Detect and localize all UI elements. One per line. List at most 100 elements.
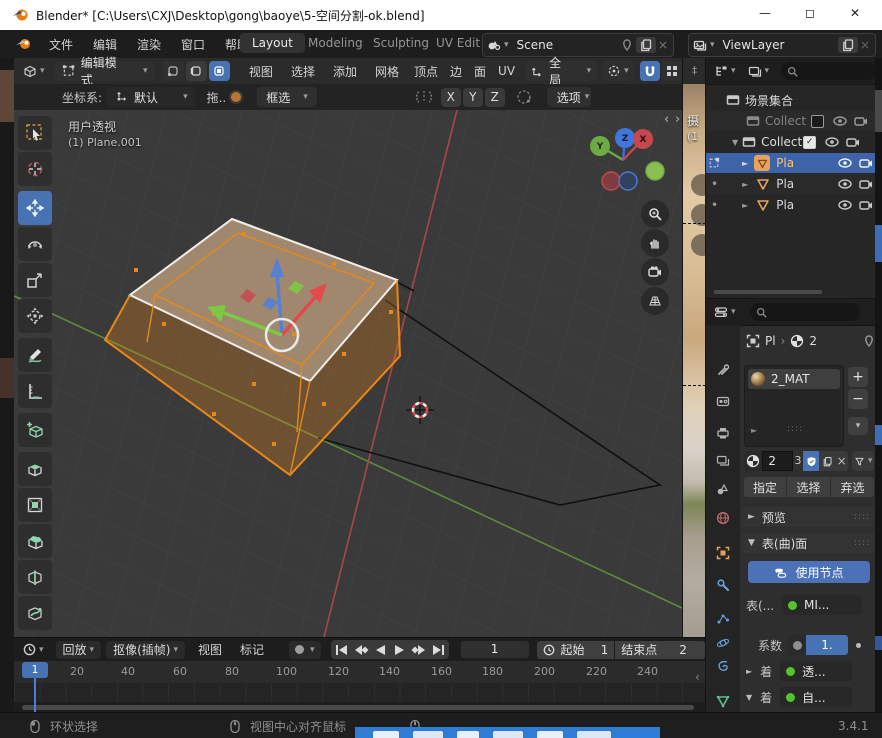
menu-file[interactable]: 文件 [40, 36, 82, 53]
region-expand-icon[interactable]: ‹ [695, 670, 700, 684]
edge-select-button[interactable] [186, 61, 207, 81]
mirror-z-button[interactable]: Z [485, 88, 505, 107]
use-nodes-button[interactable]: 使用节点 [748, 561, 870, 583]
hide-eye-icon[interactable] [838, 177, 852, 191]
hide-eye-icon[interactable] [825, 135, 839, 149]
tab-render[interactable] [716, 394, 730, 408]
shader1-dropdown[interactable]: 透... [780, 661, 852, 681]
pin-icon[interactable] [862, 334, 876, 348]
menu-add[interactable]: 添加 [324, 63, 366, 80]
keying-menu[interactable]: 抠像(插帧)▾ [106, 641, 185, 659]
tool-move[interactable] [18, 191, 52, 225]
disclosure-triangle[interactable]: ► [742, 159, 748, 168]
snap-options-button[interactable] [662, 61, 682, 81]
strip-camera-button[interactable] [691, 234, 706, 256]
tab-object-data[interactable] [716, 694, 730, 708]
disclosure-triangle[interactable]: ▼ [732, 138, 738, 147]
timeline-view-menu[interactable]: 视图 [189, 641, 231, 658]
menu-window[interactable]: 窗口 [172, 36, 214, 53]
panel-surface-header[interactable]: ▼ 表(曲)面 :::: [742, 533, 874, 553]
breadcrumb-material[interactable]: 2 [809, 334, 817, 348]
menu-render[interactable]: 渲染 [128, 36, 170, 53]
remove-slot-button[interactable]: − [848, 389, 868, 409]
slot-specials-button[interactable]: ▾ [848, 417, 868, 435]
menu-vertex[interactable]: 顶点 [408, 63, 444, 80]
jump-end-button[interactable] [428, 644, 447, 656]
tab-sculpting[interactable]: Sculpting [365, 36, 437, 50]
tab-scene[interactable] [716, 482, 730, 496]
mirror-x-button[interactable]: X [441, 88, 461, 107]
material-users-count[interactable]: 3 [793, 451, 804, 471]
new-viewlayer-button[interactable] [838, 37, 858, 53]
outliner-search[interactable] [781, 62, 876, 80]
jump-start-button[interactable] [333, 644, 352, 656]
menu-mesh[interactable]: 网格 [366, 63, 408, 80]
render-visibility-icon[interactable] [859, 156, 873, 170]
scene-name[interactable]: Scene [517, 38, 620, 52]
tool-annotate[interactable] [18, 338, 52, 372]
outliner-scrollbar[interactable] [714, 290, 822, 294]
surface-shader-dropdown[interactable]: MI... [782, 595, 862, 615]
disclosure-triangle[interactable]: ► [742, 201, 748, 210]
tool-transform[interactable] [18, 299, 52, 333]
tab-modeling[interactable]: Modeling [300, 36, 371, 50]
falloff-icon[interactable] [515, 89, 533, 105]
maximize-button[interactable]: ◻ [790, 6, 830, 20]
menu-edge[interactable]: 边 [444, 63, 468, 80]
snap-toggle-button[interactable] [640, 61, 660, 81]
animate-dot[interactable] [856, 643, 861, 648]
mode-dropdown[interactable]: 编辑模式 ▾ [55, 61, 155, 81]
outliner-row-object[interactable]: • ► Pla [706, 195, 876, 215]
region-collapse-left-icon[interactable]: ‹ [664, 112, 669, 127]
breadcrumb-object[interactable]: Pl [765, 334, 776, 348]
pan-view-button[interactable] [641, 229, 669, 257]
outliner-row-object[interactable]: • ► Pla [706, 174, 876, 194]
shader2-dropdown[interactable]: 自... [780, 687, 852, 707]
scene-selector[interactable]: ▾ Scene × [482, 33, 674, 57]
frame-field[interactable]: 1 [461, 641, 529, 658]
prev-keyframe-button[interactable] [352, 644, 371, 656]
tab-particles[interactable] [716, 611, 730, 625]
menu-edit[interactable]: 编辑 [84, 36, 126, 53]
orientation-dropdown[interactable]: 全局▾ [525, 61, 597, 81]
coord-dropdown[interactable]: 默认▾ [107, 87, 195, 107]
tool-select-box[interactable] [18, 116, 52, 150]
render-visibility-icon[interactable] [859, 198, 873, 212]
tab-object[interactable] [716, 546, 730, 560]
add-slot-button[interactable]: + [848, 367, 868, 387]
timeline-track[interactable] [14, 683, 705, 702]
tool-rotate[interactable] [18, 227, 52, 261]
delete-viewlayer-button[interactable]: × [860, 38, 870, 52]
delete-scene-button[interactable]: × [658, 38, 668, 52]
tool-scale[interactable] [18, 263, 52, 297]
face-select-button[interactable] [209, 61, 230, 81]
tool-inset[interactable] [18, 488, 52, 522]
tool-measure[interactable] [18, 374, 52, 408]
unlink-material-button[interactable]: × [835, 451, 848, 471]
menu-select[interactable]: 选择 [282, 63, 324, 80]
vertex-select-button[interactable] [163, 61, 184, 81]
tool-bevel[interactable] [18, 524, 52, 558]
factor-socket-toggle[interactable] [788, 635, 806, 655]
ortho-toggle-button[interactable] [641, 287, 669, 315]
outliner-row-object-selected[interactable]: ► Pla [706, 153, 876, 173]
camera-view-button[interactable] [641, 258, 669, 286]
tab-tool[interactable] [716, 363, 730, 377]
play-button[interactable] [390, 644, 409, 656]
viewlayer-name[interactable]: ViewLayer [723, 38, 836, 52]
viewport-canvas[interactable]: Y Z X 用户透视 (1) Plane.001 ‹ › [14, 110, 682, 637]
properties-editor-button[interactable]: ▾ [710, 302, 740, 322]
tab-constraints[interactable] [716, 659, 730, 673]
menu-uv[interactable]: UV [492, 64, 521, 78]
assign-button[interactable]: 指定 [744, 477, 786, 497]
hide-eye-icon[interactable] [838, 156, 852, 170]
drag-icon[interactable] [229, 90, 243, 104]
render-visibility-icon[interactable] [859, 177, 873, 191]
current-frame-badge[interactable]: 1 [22, 662, 48, 678]
slot-expand-triangle[interactable]: ► [751, 426, 757, 435]
tool-cursor[interactable] [18, 152, 52, 186]
tab-layout[interactable]: Layout [240, 33, 305, 53]
play-reverse-button[interactable] [371, 644, 390, 656]
timeline-marker-menu[interactable]: 标记 [231, 641, 273, 658]
tool-add-cube[interactable] [18, 413, 52, 447]
